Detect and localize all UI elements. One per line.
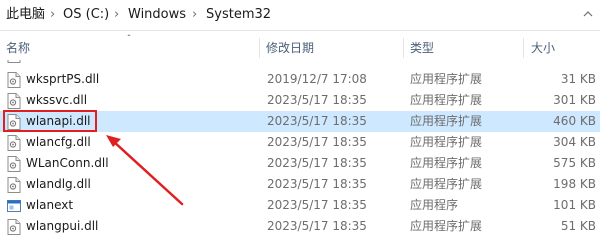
file-name: wkssvc.dll	[26, 93, 88, 107]
file-type: 应用程序扩展	[410, 219, 483, 233]
file-modified-date: 2023/5/17 18:35	[267, 93, 367, 107]
file-modified-date: 2023/5/17 18:35	[267, 198, 367, 212]
file-type: 应用程序	[410, 198, 459, 212]
dll-file-icon	[7, 60, 21, 63]
column-header-date[interactable]: 修改日期	[266, 36, 314, 60]
table-row[interactable]: WLanConn.dll 2023/5/17 18:35 应用程序扩展 575 KB	[0, 153, 600, 174]
file-type: 应用程序扩展	[410, 114, 483, 128]
file-name: wlanapi.dll	[26, 114, 91, 128]
file-size: 460 KB	[553, 114, 596, 128]
file-name: wksprtPS.dll	[26, 72, 100, 86]
file-type: 应用程序扩展	[410, 156, 483, 170]
dll-file-icon	[7, 156, 21, 172]
breadcrumb: 此电脑 › OS (C:) › Windows › System32	[0, 0, 600, 31]
file-type: 应用程序扩展	[410, 93, 483, 107]
column-header-size[interactable]: 大小	[531, 36, 555, 60]
column-header-name[interactable]: 名称	[6, 36, 30, 60]
file-modified-date: 2023/5/17 18:35	[267, 219, 367, 233]
exe-app-icon	[7, 200, 21, 212]
column-divider[interactable]	[523, 38, 524, 58]
file-modified-date: 2023/5/17 18:35	[267, 135, 367, 149]
list-item-partial	[0, 60, 600, 63]
breadcrumb-item-windows[interactable]: Windows	[128, 6, 186, 24]
file-size: 575 KB	[553, 156, 596, 170]
breadcrumb-item-os-drive[interactable]: OS (C:)	[63, 6, 109, 24]
file-modified-date: 2019/12/7 17:08	[267, 72, 367, 86]
table-row[interactable]: wlangpui.dll 2023/5/17 18:35 应用程序扩展 51 KB	[0, 216, 600, 237]
column-header-type[interactable]: 类型	[410, 36, 434, 60]
file-type: 应用程序扩展	[410, 135, 483, 149]
table-row[interactable]: wksprtPS.dll 2019/12/7 17:08 应用程序扩展 31 KB	[0, 69, 600, 90]
table-row[interactable]: wlanapi.dll 2023/5/17 18:35 应用程序扩展 460 KB	[0, 111, 600, 132]
file-size: 31 KB	[560, 72, 596, 86]
file-name: wlanext	[26, 198, 74, 212]
file-modified-date: 2023/5/17 18:35	[267, 177, 367, 191]
file-name: wlancfg.dll	[26, 135, 91, 149]
dll-file-icon	[7, 219, 21, 235]
file-modified-date: 2023/5/17 18:35	[267, 156, 367, 170]
breadcrumb-item-system32[interactable]: System32	[206, 6, 271, 24]
file-size: 101 KB	[553, 198, 596, 212]
file-modified-date: 2023/5/17 18:35	[267, 114, 367, 128]
file-type: 应用程序扩展	[410, 177, 483, 191]
file-name: wlandlg.dll	[26, 177, 91, 191]
table-row[interactable]: wlandlg.dll 2023/5/17 18:35 应用程序扩展 198 KB	[0, 174, 600, 195]
file-type: 应用程序扩展	[410, 72, 483, 86]
file-size: 304 KB	[553, 135, 596, 149]
breadcrumb-separator[interactable]: ›	[114, 6, 119, 24]
file-name: WLanConn.dll	[26, 156, 109, 170]
table-row[interactable]: wlanext 2023/5/17 18:35 应用程序 101 KB	[0, 195, 600, 216]
dll-file-icon	[7, 135, 21, 151]
breadcrumb-separator[interactable]: ›	[192, 6, 197, 24]
breadcrumb-separator[interactable]: ›	[50, 6, 55, 24]
dll-file-icon	[7, 114, 21, 130]
breadcrumb-item-this-pc[interactable]: 此电脑	[6, 6, 45, 24]
column-divider[interactable]	[259, 38, 260, 58]
column-header-row: 名称 修改日期 类型 大小	[0, 36, 600, 60]
column-divider[interactable]	[403, 38, 404, 58]
table-row[interactable]: wkssvc.dll 2023/5/17 18:35 应用程序扩展 301 KB	[0, 90, 600, 111]
dll-file-icon	[7, 93, 21, 109]
dll-file-icon	[7, 177, 21, 193]
scroll-up-icon[interactable]	[580, 6, 596, 22]
table-row[interactable]: wlancfg.dll 2023/5/17 18:35 应用程序扩展 304 KB	[0, 132, 600, 153]
file-name: wlangpui.dll	[26, 219, 99, 233]
dll-file-icon	[7, 72, 21, 88]
file-size: 51 KB	[560, 219, 596, 233]
file-size: 198 KB	[553, 177, 596, 191]
file-size: 301 KB	[553, 93, 596, 107]
